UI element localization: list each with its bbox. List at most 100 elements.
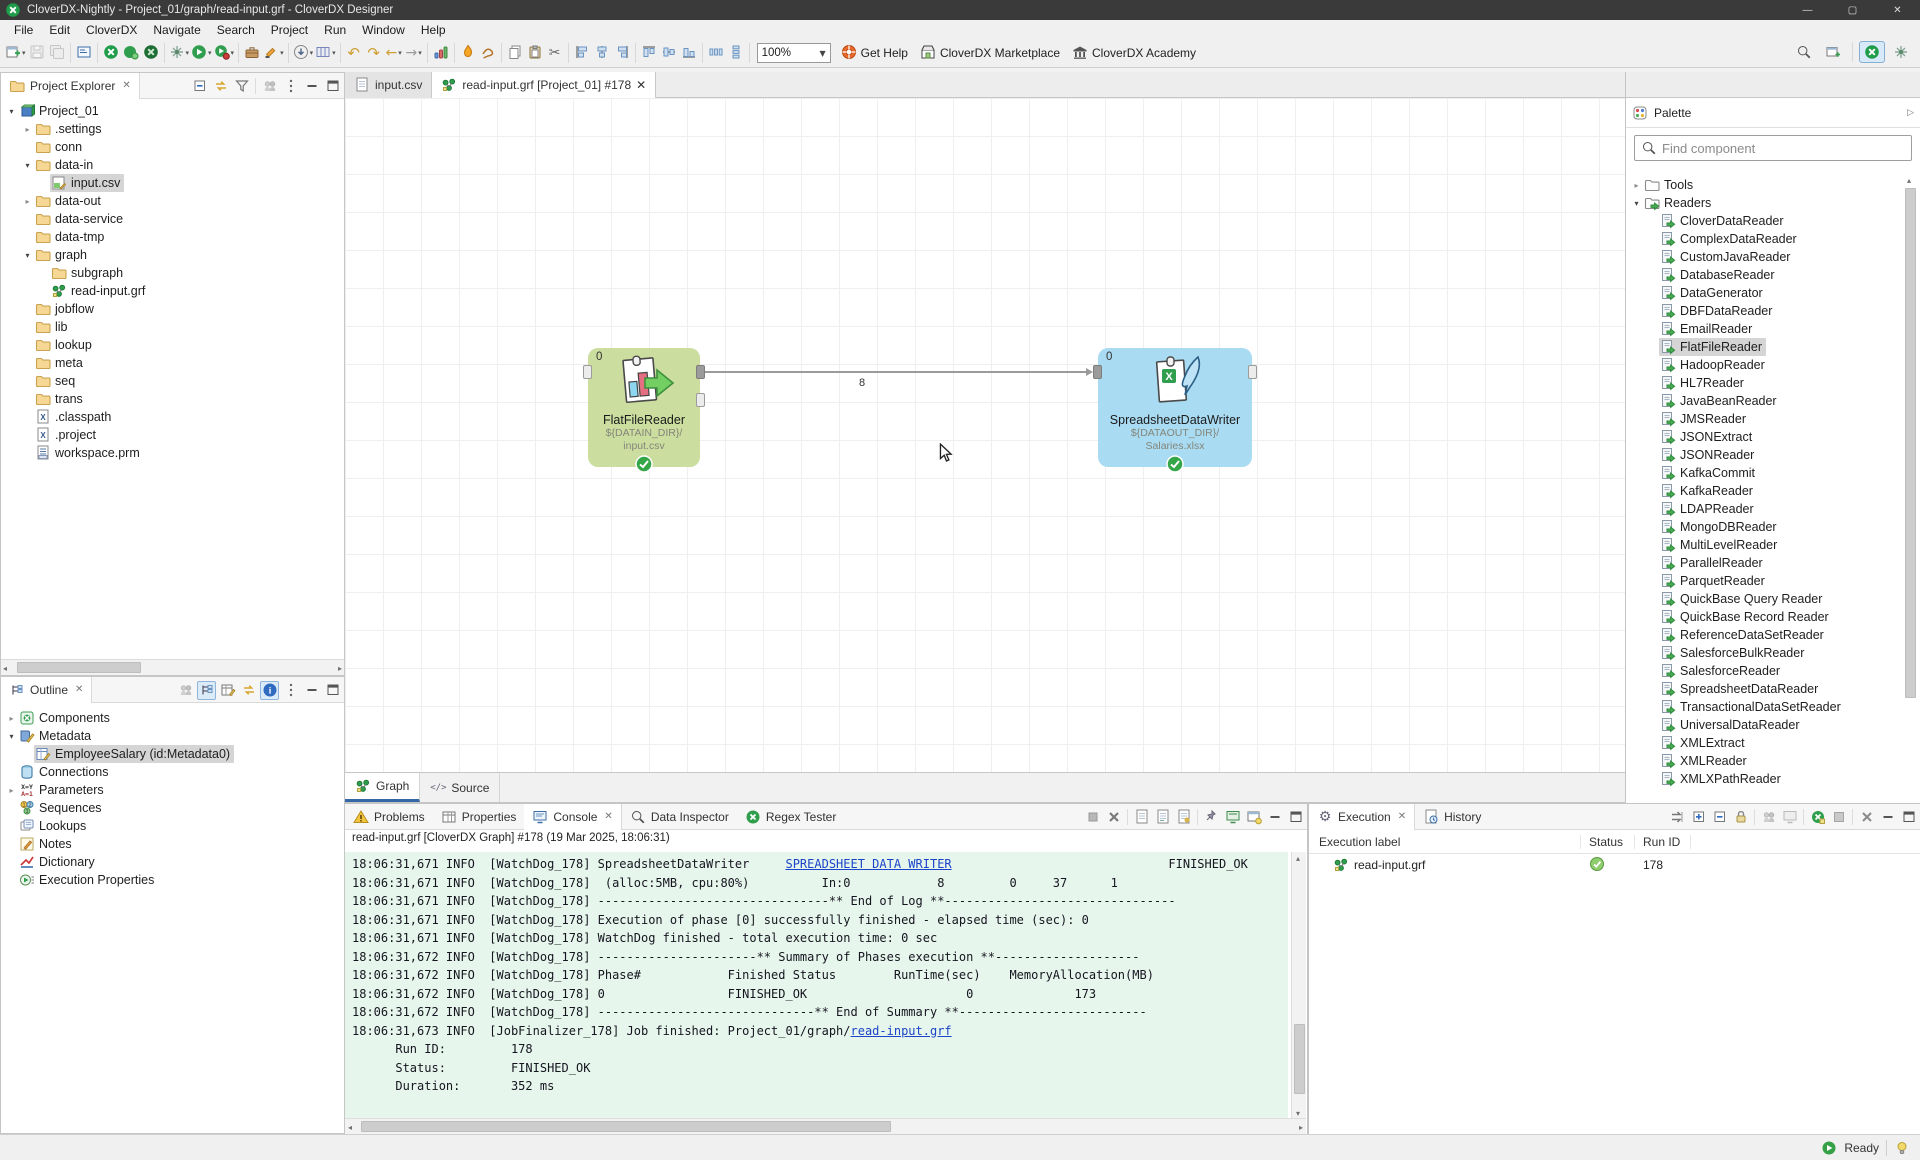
tree-item-dbfdatareader[interactable]: DBFDataReader [1626, 302, 1894, 320]
tree-item-xmlreader[interactable]: XMLReader [1626, 752, 1894, 770]
maximize-button[interactable] [323, 77, 342, 96]
minimize-window-button[interactable]: — [1785, 0, 1830, 20]
marker-button[interactable]: ▾ [262, 42, 285, 64]
tree-item-workspace-prm[interactable]: workspace.prm [1, 444, 344, 462]
distribute-h-button[interactable] [706, 42, 726, 64]
forward-button[interactable]: →▾ [404, 42, 424, 64]
tree-item-multilevelreader[interactable]: MultiLevelReader [1626, 536, 1894, 554]
lock-button[interactable] [1731, 808, 1750, 827]
perspective-debug-button[interactable] [1888, 41, 1914, 63]
scroll-left-icon[interactable]: ◂ [348, 1123, 352, 1132]
tree-item-salesforcebulkreader[interactable]: SalesforceBulkReader [1626, 644, 1894, 662]
tree-item-emailreader[interactable]: EmailReader [1626, 320, 1894, 338]
tree-item-xmlxpathreader[interactable]: XMLXPathReader [1626, 770, 1894, 788]
tree-item-jobflow[interactable]: jobflow [1, 300, 344, 318]
doc-c-button[interactable] [1174, 808, 1193, 827]
window-new-button[interactable] [1820, 41, 1846, 63]
component-spreadsheetdatawriter[interactable]: 0 X SpreadsheetDataWriter ${DATAOUT_DIR}… [1098, 348, 1252, 467]
tab-source[interactable]: </> Source [420, 773, 500, 802]
tree-item-employeesalary-id-metadata0[interactable]: EmployeeSalary (id:Metadata0) [1, 745, 344, 763]
scroll-right-icon[interactable]: ▸ [1299, 1123, 1303, 1132]
component-flatfilereader[interactable]: 0 FlatFileReader ${DATAIN_DIR}/ input.cs… [588, 348, 700, 467]
maximize-window-button[interactable]: ▢ [1830, 0, 1875, 20]
tree-item-lib[interactable]: lib [1, 318, 344, 336]
view-menu-button[interactable] [281, 77, 300, 96]
expand-arrow-icon[interactable]: ▸ [21, 125, 34, 134]
tree-item-hadoopreader[interactable]: HadoopReader [1626, 356, 1894, 374]
dim-people-button[interactable] [176, 681, 195, 700]
tree-item-metadata[interactable]: ▾Metadata [1, 727, 344, 745]
tree-item-complexdatareader[interactable]: ComplexDataReader [1626, 230, 1894, 248]
tree-view-button[interactable] [197, 681, 216, 700]
link-with-editor-button[interactable] [211, 77, 230, 96]
console-link[interactable]: SPREADSHEET DATA WRITER [785, 857, 951, 871]
execution-row[interactable]: read-input.grf 178 [1309, 854, 1920, 876]
close-window-button[interactable]: ✕ [1875, 0, 1920, 20]
monitor-sel-button[interactable] [1223, 808, 1242, 827]
maximize-button[interactable] [1899, 808, 1918, 827]
align-bottom-button[interactable] [679, 42, 699, 64]
menu-project[interactable]: Project [263, 21, 316, 39]
tab-regex-tester[interactable]: Regex Tester [737, 804, 844, 830]
tab-execution[interactable]: ⚙Execution✕ [1309, 804, 1415, 830]
tree-item-lookups[interactable]: Lookups [1, 817, 344, 835]
dim-monitor-button[interactable] [1780, 808, 1799, 827]
tree-item-project[interactable]: X.project [1, 426, 344, 444]
tree-item-kafkareader[interactable]: KafkaReader [1626, 482, 1894, 500]
collapse-plain-button[interactable] [1710, 808, 1729, 827]
minimize-button[interactable] [1878, 808, 1897, 827]
collapse-arrow-icon[interactable]: ▾ [1630, 199, 1643, 208]
clover-run-button[interactable] [101, 42, 121, 64]
tree-item-referencedatasetreader[interactable]: ReferenceDataSetReader [1626, 626, 1894, 644]
notification-icon[interactable] [1894, 1140, 1910, 1156]
tree-item-connections[interactable]: Connections [1, 763, 344, 781]
tree-item-quickbase-query-reader[interactable]: QuickBase Query Reader [1626, 590, 1894, 608]
tree-item-lookup[interactable]: lookup [1, 336, 344, 354]
clear-button[interactable] [1104, 808, 1123, 827]
new-button[interactable]: ▾ [4, 42, 27, 64]
frames-button[interactable]: ▾ [314, 42, 337, 64]
close-icon[interactable]: ✕ [1398, 811, 1406, 822]
close-icon[interactable]: ✕ [122, 80, 130, 91]
expand-arrow-icon[interactable]: ▸ [5, 714, 18, 723]
align-top-button[interactable] [639, 42, 659, 64]
tree-item-dictionary[interactable]: Dictionary [1, 853, 344, 871]
output-port-1[interactable] [696, 393, 705, 407]
new-console-button[interactable] [1244, 808, 1263, 827]
tree-item-customjavareader[interactable]: CustomJavaReader [1626, 248, 1894, 266]
save-all-button[interactable] [47, 42, 67, 64]
clover-dark-button[interactable] [141, 42, 161, 64]
close-icon[interactable]: ✕ [75, 684, 83, 695]
scroll-up-icon[interactable]: ▴ [1907, 176, 1911, 185]
collapse-arrow-icon[interactable]: ▾ [5, 732, 18, 741]
academy-button[interactable]: CloverDX Academy [1066, 42, 1202, 64]
collapse-arrow-icon[interactable]: ▾ [5, 107, 18, 116]
menu-help[interactable]: Help [413, 21, 454, 39]
tree-item-tools[interactable]: ▸Tools [1626, 176, 1894, 194]
console-link[interactable]: read-input.grf [851, 1024, 952, 1038]
undo-button[interactable]: ↶ [344, 42, 364, 64]
get-help-button[interactable]: Get Help [835, 42, 914, 64]
graph-canvas[interactable]: 0 FlatFileReader ${DATAIN_DIR}/ input.cs… [345, 98, 1625, 772]
view-menu-button[interactable] [281, 681, 300, 700]
input-port[interactable] [1093, 365, 1102, 379]
tab-outline[interactable]: Outline ✕ [1, 677, 92, 703]
minimize-button[interactable] [302, 77, 321, 96]
clover-plus-button[interactable] [121, 42, 141, 64]
redo-button[interactable]: ↷ [364, 42, 384, 64]
tree-item-sequences[interactable]: 123Sequences [1, 799, 344, 817]
briefcase-button[interactable] [242, 42, 262, 64]
new-chart-button[interactable] [431, 42, 451, 64]
tree-item-input-csv[interactable]: input.csv [1, 174, 344, 192]
tree-item-mongodbreader[interactable]: MongoDBReader [1626, 518, 1894, 536]
doc-b-button[interactable] [1153, 808, 1172, 827]
console-hscrollbar[interactable]: ◂ ▸ [345, 1118, 1306, 1134]
copy-button[interactable] [505, 42, 525, 64]
tree-item-execution-properties[interactable]: Execution Properties [1, 871, 344, 889]
save-button[interactable] [27, 42, 47, 64]
align-middle-button[interactable] [659, 42, 679, 64]
expand-arrow-icon[interactable]: ▸ [21, 197, 34, 206]
download-button[interactable]: ▾ [292, 42, 315, 64]
tree-item-kafkacommit[interactable]: KafkaCommit [1626, 464, 1894, 482]
tree-item-trans[interactable]: trans [1, 390, 344, 408]
